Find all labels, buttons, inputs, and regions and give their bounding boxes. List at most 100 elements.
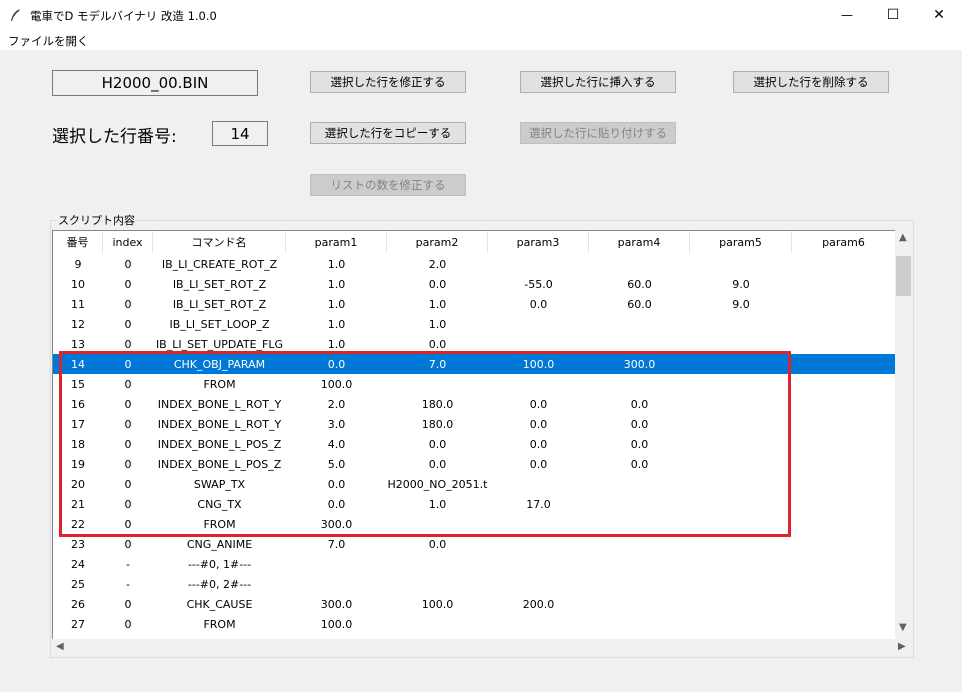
table-cell <box>387 574 488 594</box>
table-cell: IB_LI_SET_LOOP_Z <box>169 317 270 331</box>
scroll-right-icon[interactable]: ▶ <box>898 641 906 652</box>
header-col-param6[interactable]: param6 <box>792 231 896 253</box>
table-cell <box>792 474 896 494</box>
table-row[interactable]: 24 - ---#0, 1#--- <box>53 554 896 574</box>
scroll-thumb[interactable] <box>896 256 911 296</box>
table-cell <box>792 294 896 314</box>
selected-row-field[interactable]: 14 <box>212 121 268 146</box>
table-row[interactable]: 10 0 IB_LI_SET_ROT_Z 1.0 0.0 -55.0 60.0 9.0 <box>53 274 896 294</box>
table-cell <box>589 574 690 594</box>
table-cell <box>589 614 690 634</box>
header-col-number[interactable]: 番号 <box>53 231 103 253</box>
table-cell: 9 <box>74 257 82 271</box>
table-cell: 9.0 <box>732 297 750 311</box>
header-col-param1[interactable]: param1 <box>286 231 387 253</box>
table-cell: - <box>126 577 130 591</box>
header-col-param3[interactable]: param3 <box>488 231 589 253</box>
table-header: 番号 index コマンド名 param1 param2 param3 param4 para… <box>53 231 896 253</box>
header-col-param5[interactable]: param5 <box>690 231 792 253</box>
table-cell: 2.0 <box>428 257 447 271</box>
table-cell <box>792 574 896 594</box>
table-cell <box>589 594 690 614</box>
table-cell <box>690 254 792 274</box>
modify-row-button[interactable]: 選択した行を修正する <box>310 71 466 93</box>
table-cell: 1.0 <box>327 277 346 291</box>
table-row[interactable]: 27 0 FROM 100.0 <box>53 614 896 634</box>
horizontal-scrollbar[interactable]: ◀ ▶ <box>52 639 912 656</box>
table-row[interactable]: 25 - ---#0, 2#--- <box>53 574 896 594</box>
table-cell: 1.0 <box>327 297 346 311</box>
delete-row-button[interactable]: 選択した行を削除する <box>733 71 889 93</box>
table-cell: 1.0 <box>327 257 346 271</box>
table-cell <box>589 554 690 574</box>
table-row[interactable]: 23 0 CNG_ANIME 7.0 0.0 <box>53 534 896 554</box>
table-cell: -55.0 <box>524 277 553 291</box>
table-cell: 11 <box>71 297 85 311</box>
table-cell: IB_LI_SET_ROT_Z <box>172 277 267 291</box>
table-cell <box>792 594 896 614</box>
table-cell <box>286 554 387 574</box>
table-cell <box>387 614 488 634</box>
table-cell: CHK_CAUSE <box>186 597 253 611</box>
vertical-scrollbar[interactable]: ▲ ▼ <box>895 230 912 638</box>
table-cell <box>792 554 896 574</box>
table-cell <box>792 374 896 394</box>
table-cell <box>488 554 589 574</box>
table-cell <box>589 254 690 274</box>
table-cell <box>387 554 488 574</box>
table-cell <box>792 514 896 534</box>
table-cell: 0 <box>124 537 132 551</box>
table-cell: 0 <box>124 277 132 291</box>
table-row[interactable]: 26 0 CHK_CAUSE 300.0 100.0 200.0 <box>53 594 896 614</box>
menu-open-file[interactable]: ファイルを開く <box>8 33 89 49</box>
header-col-index[interactable]: index <box>103 231 153 253</box>
table-cell: 10 <box>71 277 85 291</box>
table-cell <box>488 314 589 334</box>
table-cell <box>792 414 896 434</box>
table-cell: 60.0 <box>627 277 652 291</box>
table-cell <box>488 614 589 634</box>
table-cell: 0 <box>124 297 132 311</box>
table-cell <box>792 614 896 634</box>
minimize-button[interactable]: — <box>824 0 870 30</box>
table-row[interactable]: 12 0 IB_LI_SET_LOOP_Z 1.0 1.0 <box>53 314 896 334</box>
table-cell <box>488 534 589 554</box>
table-cell <box>792 254 896 274</box>
copy-row-button[interactable]: 選択した行をコピーする <box>310 122 466 144</box>
table-cell <box>589 534 690 554</box>
table-cell: 0.0 <box>428 277 447 291</box>
table-cell <box>792 274 896 294</box>
modify-list-count-button[interactable]: リストの数を修正する <box>310 174 466 196</box>
table-cell: 0.0 <box>529 297 548 311</box>
maximize-icon: ☐ <box>886 7 900 23</box>
table-cell <box>690 574 792 594</box>
table-cell: ---#0, 1#--- <box>187 557 252 571</box>
table-cell: 0 <box>124 597 132 611</box>
table-cell: 1.0 <box>428 297 447 311</box>
table-cell: 26 <box>71 597 85 611</box>
table-cell <box>792 314 896 334</box>
table-cell <box>286 574 387 594</box>
insert-row-button[interactable]: 選択した行に挿入する <box>520 71 676 93</box>
table-cell <box>792 394 896 414</box>
table-row[interactable]: 9 0 IB_LI_CREATE_ROT_Z 1.0 2.0 <box>53 254 896 274</box>
table-cell <box>792 454 896 474</box>
table-cell: IB_LI_SET_ROT_Z <box>172 297 267 311</box>
table-cell <box>690 614 792 634</box>
header-col-param2[interactable]: param2 <box>387 231 488 253</box>
table-cell: 7.0 <box>327 537 346 551</box>
close-button[interactable]: ✕ <box>916 0 962 30</box>
table-cell: 1.0 <box>327 317 346 331</box>
scroll-down-icon[interactable]: ▼ <box>899 622 907 633</box>
table-cell <box>792 434 896 454</box>
scroll-left-icon[interactable]: ◀ <box>56 641 64 652</box>
table-row[interactable]: 11 0 IB_LI_SET_ROT_Z 1.0 1.0 0.0 60.0 9.0 <box>53 294 896 314</box>
table-cell: 0.0 <box>428 537 447 551</box>
table-cell <box>690 554 792 574</box>
header-col-param4[interactable]: param4 <box>589 231 690 253</box>
maximize-button[interactable]: ☐ <box>870 0 916 30</box>
paste-row-button[interactable]: 選択した行に貼り付けする <box>520 122 676 144</box>
header-col-command[interactable]: コマンド名 <box>153 231 286 253</box>
scroll-up-icon[interactable]: ▲ <box>899 232 907 243</box>
table-cell: ---#0, 2#--- <box>187 577 252 591</box>
